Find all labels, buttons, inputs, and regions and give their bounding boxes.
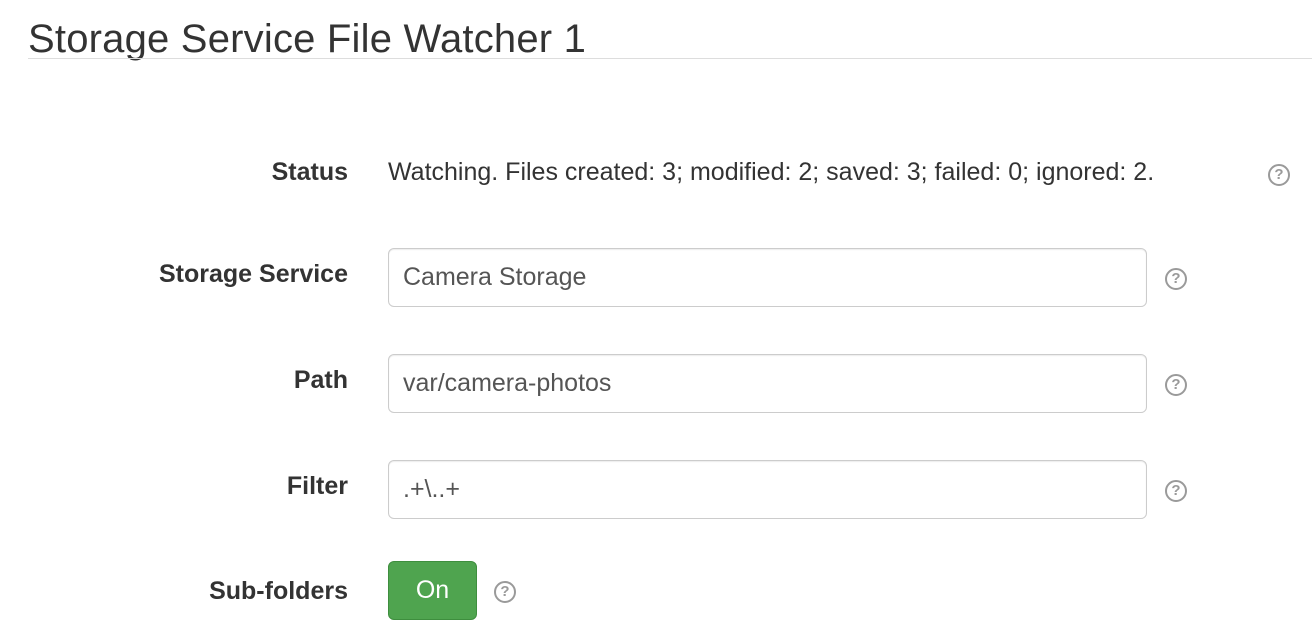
path-input[interactable] <box>388 354 1147 413</box>
filter-input[interactable] <box>388 460 1147 519</box>
sub-folders-toggle[interactable]: On <box>388 561 477 620</box>
question-circle-icon[interactable]: ? <box>1268 164 1290 186</box>
sub-folders-label: Sub-folders <box>209 577 348 605</box>
question-circle-icon[interactable]: ? <box>1165 480 1187 502</box>
status-label: Status <box>271 158 348 186</box>
question-circle-icon[interactable]: ? <box>494 581 516 603</box>
page-title: Storage Service File Watcher 1 <box>28 17 587 61</box>
path-label: Path <box>293 366 348 394</box>
filter-label: Filter <box>286 472 348 500</box>
question-circle-icon[interactable]: ? <box>1165 374 1187 396</box>
title-divider <box>28 58 1312 59</box>
storage-service-label: Storage Service <box>159 260 348 288</box>
storage-service-input[interactable] <box>388 248 1147 307</box>
question-circle-icon[interactable]: ? <box>1165 268 1187 290</box>
status-value: Watching. Files created: 3; modified: 2;… <box>388 158 1155 186</box>
